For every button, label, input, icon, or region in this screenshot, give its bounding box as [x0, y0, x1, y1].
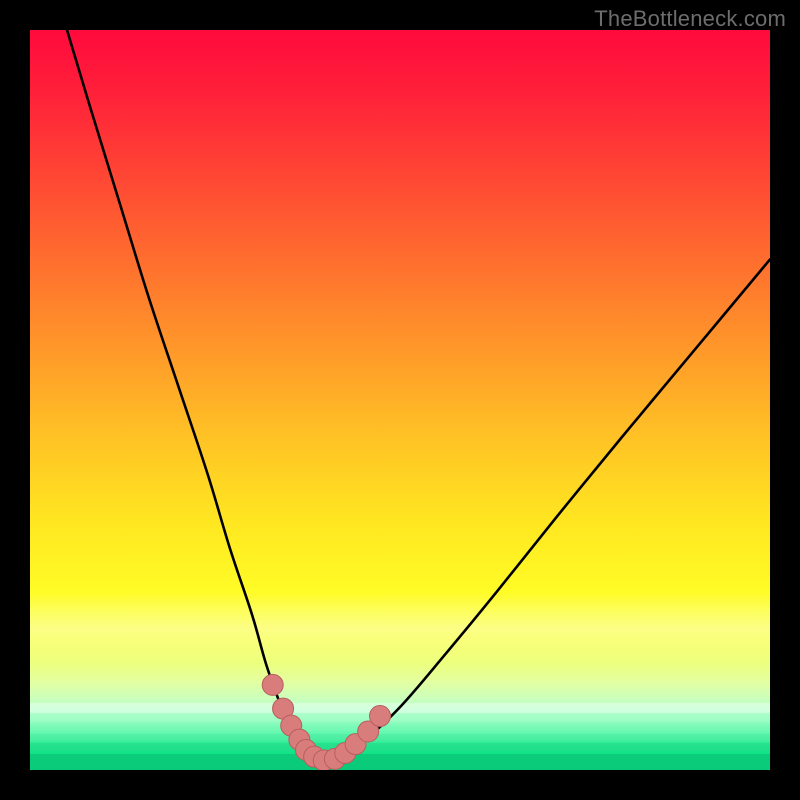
outer-frame: TheBottleneck.com: [0, 0, 800, 800]
highlight-marker: [370, 705, 391, 726]
highlight-marker: [262, 674, 283, 695]
chart-svg: [30, 30, 770, 770]
marker-layer: [262, 674, 390, 770]
plot-area: [30, 30, 770, 770]
bottleneck-curve: [67, 30, 770, 762]
curve-layer: [67, 30, 770, 762]
watermark-text: TheBottleneck.com: [594, 6, 786, 32]
